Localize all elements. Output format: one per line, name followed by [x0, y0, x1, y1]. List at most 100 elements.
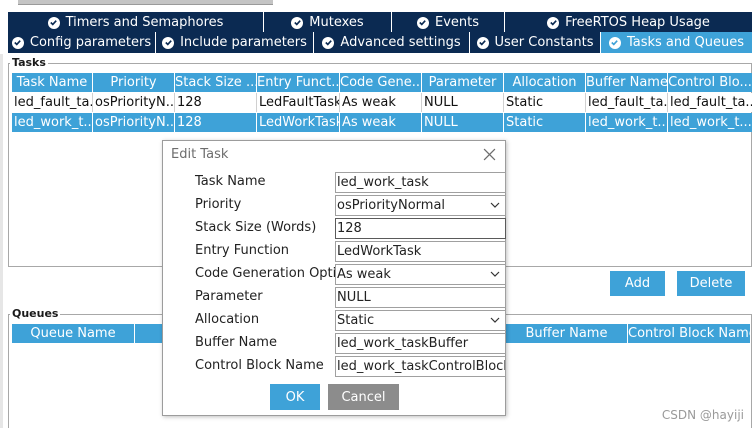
priority-label: Priority	[195, 197, 242, 212]
tab-user-constants[interactable]: User Constants	[470, 32, 601, 53]
check-circle-icon	[162, 36, 175, 49]
check-circle-icon	[476, 36, 489, 49]
check-circle-icon	[322, 36, 335, 49]
column-header[interactable]: Buffer Name	[586, 73, 668, 92]
chevron-down-icon	[490, 317, 500, 323]
table-cell: led_fault_ta...	[668, 93, 752, 112]
buffer-name-label: Buffer Name	[195, 335, 277, 350]
column-header[interactable]: Entry Funct...	[257, 73, 340, 92]
table-cell: 128	[175, 113, 257, 132]
control-block-name-label: Control Block Name	[195, 358, 324, 373]
close-icon[interactable]	[483, 148, 496, 161]
tab-events[interactable]: Events	[392, 12, 505, 33]
tab-timers-and-semaphores[interactable]: Timers and Semaphores	[8, 12, 264, 33]
column-header[interactable]: Buffer Name	[506, 324, 628, 343]
table-cell: LedFaultTask	[257, 93, 340, 112]
tab-label: Include parameters	[180, 35, 307, 50]
tab-row-top: Timers and Semaphores Mutexes Events Fre…	[8, 12, 752, 33]
ok-button[interactable]: OK	[270, 384, 320, 410]
chevron-down-icon	[490, 271, 500, 277]
table-cell: led_work_t...	[586, 113, 668, 132]
column-header[interactable]: Control Blo...	[668, 73, 752, 92]
table-cell: Static	[504, 93, 586, 112]
tab-mutexes[interactable]: Mutexes	[264, 12, 392, 33]
check-circle-icon	[608, 36, 621, 49]
table-row-selected[interactable]: led_work_t... osPriorityN... 128 LedWork…	[12, 113, 752, 132]
table-row[interactable]: led_fault_ta... osPriorityN... 128 LedFa…	[12, 93, 752, 112]
entry-function-input[interactable]: LedWorkTask	[335, 241, 506, 262]
table-cell: 128	[175, 93, 257, 112]
column-header[interactable]: Control Block Name	[628, 324, 750, 343]
column-header[interactable]: Stack Size ...	[175, 73, 257, 92]
table-cell: LedWorkTask	[257, 113, 340, 132]
task-name-label: Task Name	[195, 174, 266, 189]
delete-task-button[interactable]: Delete	[677, 271, 745, 296]
priority-select[interactable]: osPriorityNormal	[335, 195, 506, 216]
tasks-group-title: Tasks	[10, 56, 48, 69]
control-block-name-input[interactable]: led_work_taskControlBlock	[335, 356, 506, 377]
entry-function-label: Entry Function	[195, 243, 290, 258]
add-task-button[interactable]: Add	[610, 271, 665, 296]
allocation-select[interactable]: Static	[335, 310, 506, 331]
allocation-value: Static	[337, 313, 375, 328]
column-header[interactable]: Parameter	[422, 73, 504, 92]
tab-label: Events	[434, 15, 479, 30]
queues-group-title: Queues	[10, 307, 61, 320]
dialog-title: Edit Task	[171, 147, 229, 162]
table-cell: As weak	[340, 113, 422, 132]
parameter-input[interactable]: NULL	[335, 287, 506, 308]
watermark: CSDN @hayiji	[661, 408, 744, 422]
table-cell: led_work_t...	[12, 113, 93, 132]
tab-label: Mutexes	[309, 15, 364, 30]
tab-row-bottom: Config parameters Include parameters Adv…	[8, 32, 752, 53]
stack-size-input[interactable]: 128	[335, 218, 506, 239]
allocation-label: Allocation	[195, 312, 260, 327]
tab-label: FreeRTOS Heap Usage	[565, 15, 710, 30]
edit-task-dialog: Edit Task Task Name led_work_task Priori…	[162, 140, 506, 416]
tab-label: Timers and Semaphores	[65, 15, 224, 30]
code-generation-option-select[interactable]: As weak	[335, 264, 506, 285]
column-header[interactable]: Allocation	[504, 73, 586, 92]
tab-label: Config parameters	[29, 35, 152, 50]
priority-value: osPriorityNormal	[337, 198, 446, 213]
check-circle-icon	[291, 16, 304, 29]
tab-freertos-heap-usage[interactable]: FreeRTOS Heap Usage	[505, 12, 752, 33]
tab-advanced-settings[interactable]: Advanced settings	[314, 32, 470, 53]
code-generation-option-label: Code Generation Option	[195, 266, 353, 281]
check-circle-icon	[416, 16, 429, 29]
column-header[interactable]: Priority	[93, 73, 175, 92]
table-cell: NULL	[422, 113, 504, 132]
tab-tasks-and-queues[interactable]: Tasks and Queues	[601, 32, 752, 53]
tab-label: Advanced settings	[340, 35, 461, 50]
top-scroll-stub	[18, 0, 273, 5]
column-header[interactable]: Queue Name	[12, 324, 135, 343]
code-generation-option-value: As weak	[337, 267, 391, 282]
tab-config-parameters[interactable]: Config parameters	[8, 32, 156, 53]
table-cell: led_fault_ta...	[12, 93, 93, 112]
parameter-label: Parameter	[195, 289, 263, 304]
check-circle-icon	[11, 36, 24, 49]
column-header[interactable]: Task Name	[12, 73, 93, 92]
table-cell: osPriorityN...	[93, 113, 175, 132]
tasks-table-header: Task Name Priority Stack Size ... Entry …	[12, 73, 752, 92]
stack-size-label: Stack Size (Words)	[195, 220, 317, 235]
table-cell: Static	[504, 113, 586, 132]
check-circle-icon	[547, 16, 560, 29]
tab-include-parameters[interactable]: Include parameters	[156, 32, 314, 53]
queues-table-header: Queue Name	[12, 324, 175, 343]
task-name-input[interactable]: led_work_task	[335, 172, 506, 193]
column-header[interactable]: Code Gene...	[340, 73, 422, 92]
table-cell: osPriorityN...	[93, 93, 175, 112]
check-circle-icon	[47, 16, 60, 29]
chevron-down-icon	[490, 202, 500, 208]
buffer-name-input[interactable]: led_work_taskBuffer	[335, 333, 506, 354]
table-cell: led_fault_ta...	[586, 93, 668, 112]
tab-label: User Constants	[494, 35, 594, 50]
queues-table-header-right: Buffer Name Control Block Name	[506, 324, 750, 343]
tab-label: Tasks and Queues	[626, 35, 745, 50]
table-cell: led_work_t...	[668, 113, 752, 132]
table-cell: NULL	[422, 93, 504, 112]
left-edge-strip	[0, 54, 3, 428]
cancel-button[interactable]: Cancel	[328, 384, 399, 410]
table-cell: As weak	[340, 93, 422, 112]
